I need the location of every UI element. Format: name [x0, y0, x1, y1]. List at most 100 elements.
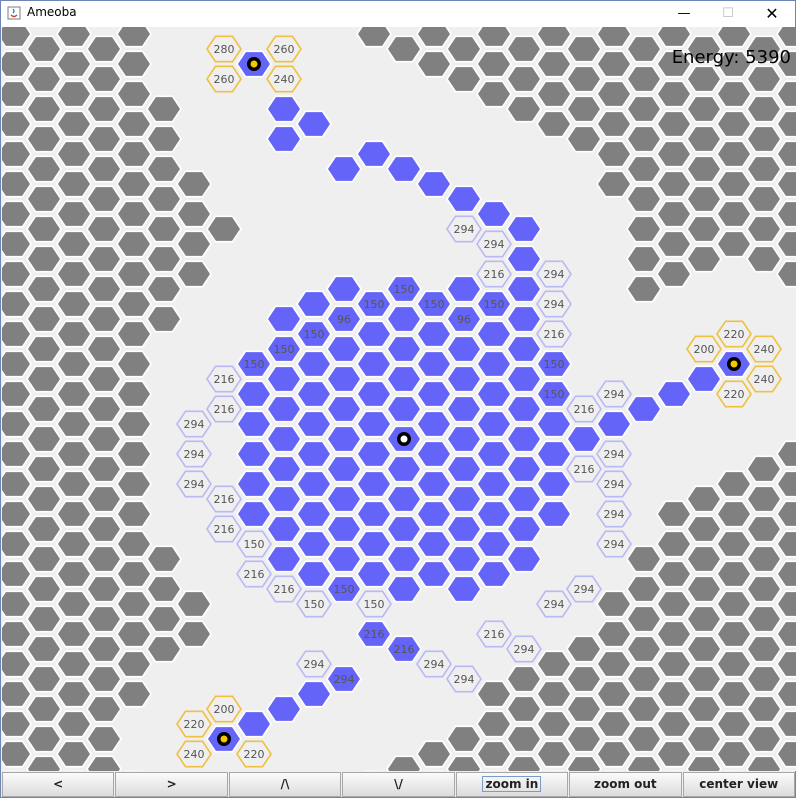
rock-cell[interactable] — [746, 245, 782, 273]
rock-cell[interactable] — [146, 635, 182, 663]
ameoba-cell[interactable] — [416, 170, 452, 198]
ameoba-cell[interactable] — [266, 305, 302, 333]
ameoba-cell[interactable] — [506, 365, 542, 393]
close-button[interactable]: ✕ — [749, 1, 795, 27]
rock-cell[interactable] — [116, 620, 152, 648]
rock-cell[interactable] — [56, 650, 92, 678]
rock-cell[interactable] — [116, 470, 152, 498]
rock-cell[interactable] — [746, 455, 782, 483]
rock-cell[interactable] — [716, 500, 752, 528]
ameoba-cell[interactable] — [326, 275, 362, 303]
ameoba-cell[interactable] — [296, 530, 332, 558]
rock-cell[interactable] — [26, 665, 62, 693]
rock-cell[interactable] — [596, 650, 632, 678]
rock-cell[interactable] — [86, 305, 122, 333]
ameoba-cell[interactable] — [296, 680, 332, 708]
ameoba-cell[interactable] — [356, 380, 392, 408]
rock-cell[interactable] — [2, 410, 32, 438]
rock-cell[interactable] — [596, 80, 632, 108]
ameoba-cell[interactable] — [416, 470, 452, 498]
rock-cell[interactable] — [86, 215, 122, 243]
rock-cell[interactable] — [776, 470, 796, 498]
rock-cell[interactable] — [656, 230, 692, 258]
rock-cell[interactable] — [656, 650, 692, 678]
rock-cell[interactable] — [2, 440, 32, 468]
rock-cell[interactable] — [686, 635, 722, 663]
rock-cell[interactable] — [656, 110, 692, 138]
ameoba-cell[interactable] — [266, 545, 302, 573]
rock-cell[interactable] — [566, 95, 602, 123]
ameoba-cell[interactable] — [536, 440, 572, 468]
ameoba-cell[interactable] — [356, 530, 392, 558]
rock-cell[interactable] — [686, 245, 722, 273]
ameoba-cell[interactable] — [326, 485, 362, 513]
rock-cell[interactable] — [446, 35, 482, 63]
rock-cell[interactable] — [116, 440, 152, 468]
ameoba-cell[interactable] — [536, 470, 572, 498]
rock-cell[interactable] — [116, 500, 152, 528]
rock-cell[interactable] — [26, 455, 62, 483]
rock-cell[interactable] — [536, 740, 572, 768]
rock-cell[interactable] — [596, 620, 632, 648]
ameoba-cell[interactable] — [386, 155, 422, 183]
rock-cell[interactable] — [776, 27, 796, 48]
rock-cell[interactable] — [146, 125, 182, 153]
rock-cell[interactable] — [536, 650, 572, 678]
rock-cell[interactable] — [716, 140, 752, 168]
rock-cell[interactable] — [476, 27, 512, 48]
rock-cell[interactable] — [416, 740, 452, 768]
rock-cell[interactable] — [566, 755, 602, 771]
rock-cell[interactable] — [716, 200, 752, 228]
zoom-in-button[interactable]: zoom in — [455, 772, 569, 797]
rock-cell[interactable] — [2, 560, 32, 588]
rock-cell[interactable] — [506, 95, 542, 123]
rock-cell[interactable] — [746, 635, 782, 663]
rock-cell[interactable] — [176, 170, 212, 198]
rock-cell[interactable] — [86, 515, 122, 543]
rock-cell[interactable] — [116, 170, 152, 198]
rock-cell[interactable] — [116, 680, 152, 708]
rock-cell[interactable] — [26, 605, 62, 633]
rock-cell[interactable] — [686, 485, 722, 513]
rock-cell[interactable] — [146, 215, 182, 243]
rock-cell[interactable] — [116, 110, 152, 138]
rock-cell[interactable] — [56, 260, 92, 288]
rock-cell[interactable] — [116, 380, 152, 408]
rock-cell[interactable] — [86, 395, 122, 423]
rock-cell[interactable] — [86, 335, 122, 363]
rock-cell[interactable] — [2, 290, 32, 318]
rock-cell[interactable] — [566, 35, 602, 63]
ameoba-cell[interactable] — [416, 560, 452, 588]
ameoba-cell[interactable] — [386, 365, 422, 393]
rock-cell[interactable] — [116, 27, 152, 48]
rock-cell[interactable] — [686, 725, 722, 753]
rock-cell[interactable] — [56, 320, 92, 348]
rock-cell[interactable] — [596, 590, 632, 618]
rock-cell[interactable] — [626, 95, 662, 123]
rock-cell[interactable] — [26, 425, 62, 453]
rock-cell[interactable] — [596, 170, 632, 198]
rock-cell[interactable] — [746, 95, 782, 123]
rock-cell[interactable] — [686, 545, 722, 573]
rock-cell[interactable] — [506, 755, 542, 771]
rock-cell[interactable] — [566, 65, 602, 93]
rock-cell[interactable] — [416, 27, 452, 48]
ameoba-cell[interactable] — [356, 560, 392, 588]
rock-cell[interactable] — [686, 215, 722, 243]
ameoba-cell[interactable] — [506, 245, 542, 273]
ameoba-cell[interactable] — [446, 515, 482, 543]
ameoba-cell[interactable] — [416, 530, 452, 558]
rock-cell[interactable] — [176, 230, 212, 258]
rock-cell[interactable] — [776, 170, 796, 198]
rock-cell[interactable] — [116, 230, 152, 258]
ameoba-cell[interactable] — [476, 380, 512, 408]
rock-cell[interactable] — [446, 755, 482, 771]
rock-cell[interactable] — [776, 620, 796, 648]
ameoba-cell[interactable] — [326, 545, 362, 573]
rock-cell[interactable] — [716, 650, 752, 678]
rock-cell[interactable] — [536, 80, 572, 108]
ameoba-cell[interactable] — [416, 440, 452, 468]
rock-cell[interactable] — [26, 275, 62, 303]
rock-cell[interactable] — [656, 260, 692, 288]
rock-cell[interactable] — [86, 485, 122, 513]
